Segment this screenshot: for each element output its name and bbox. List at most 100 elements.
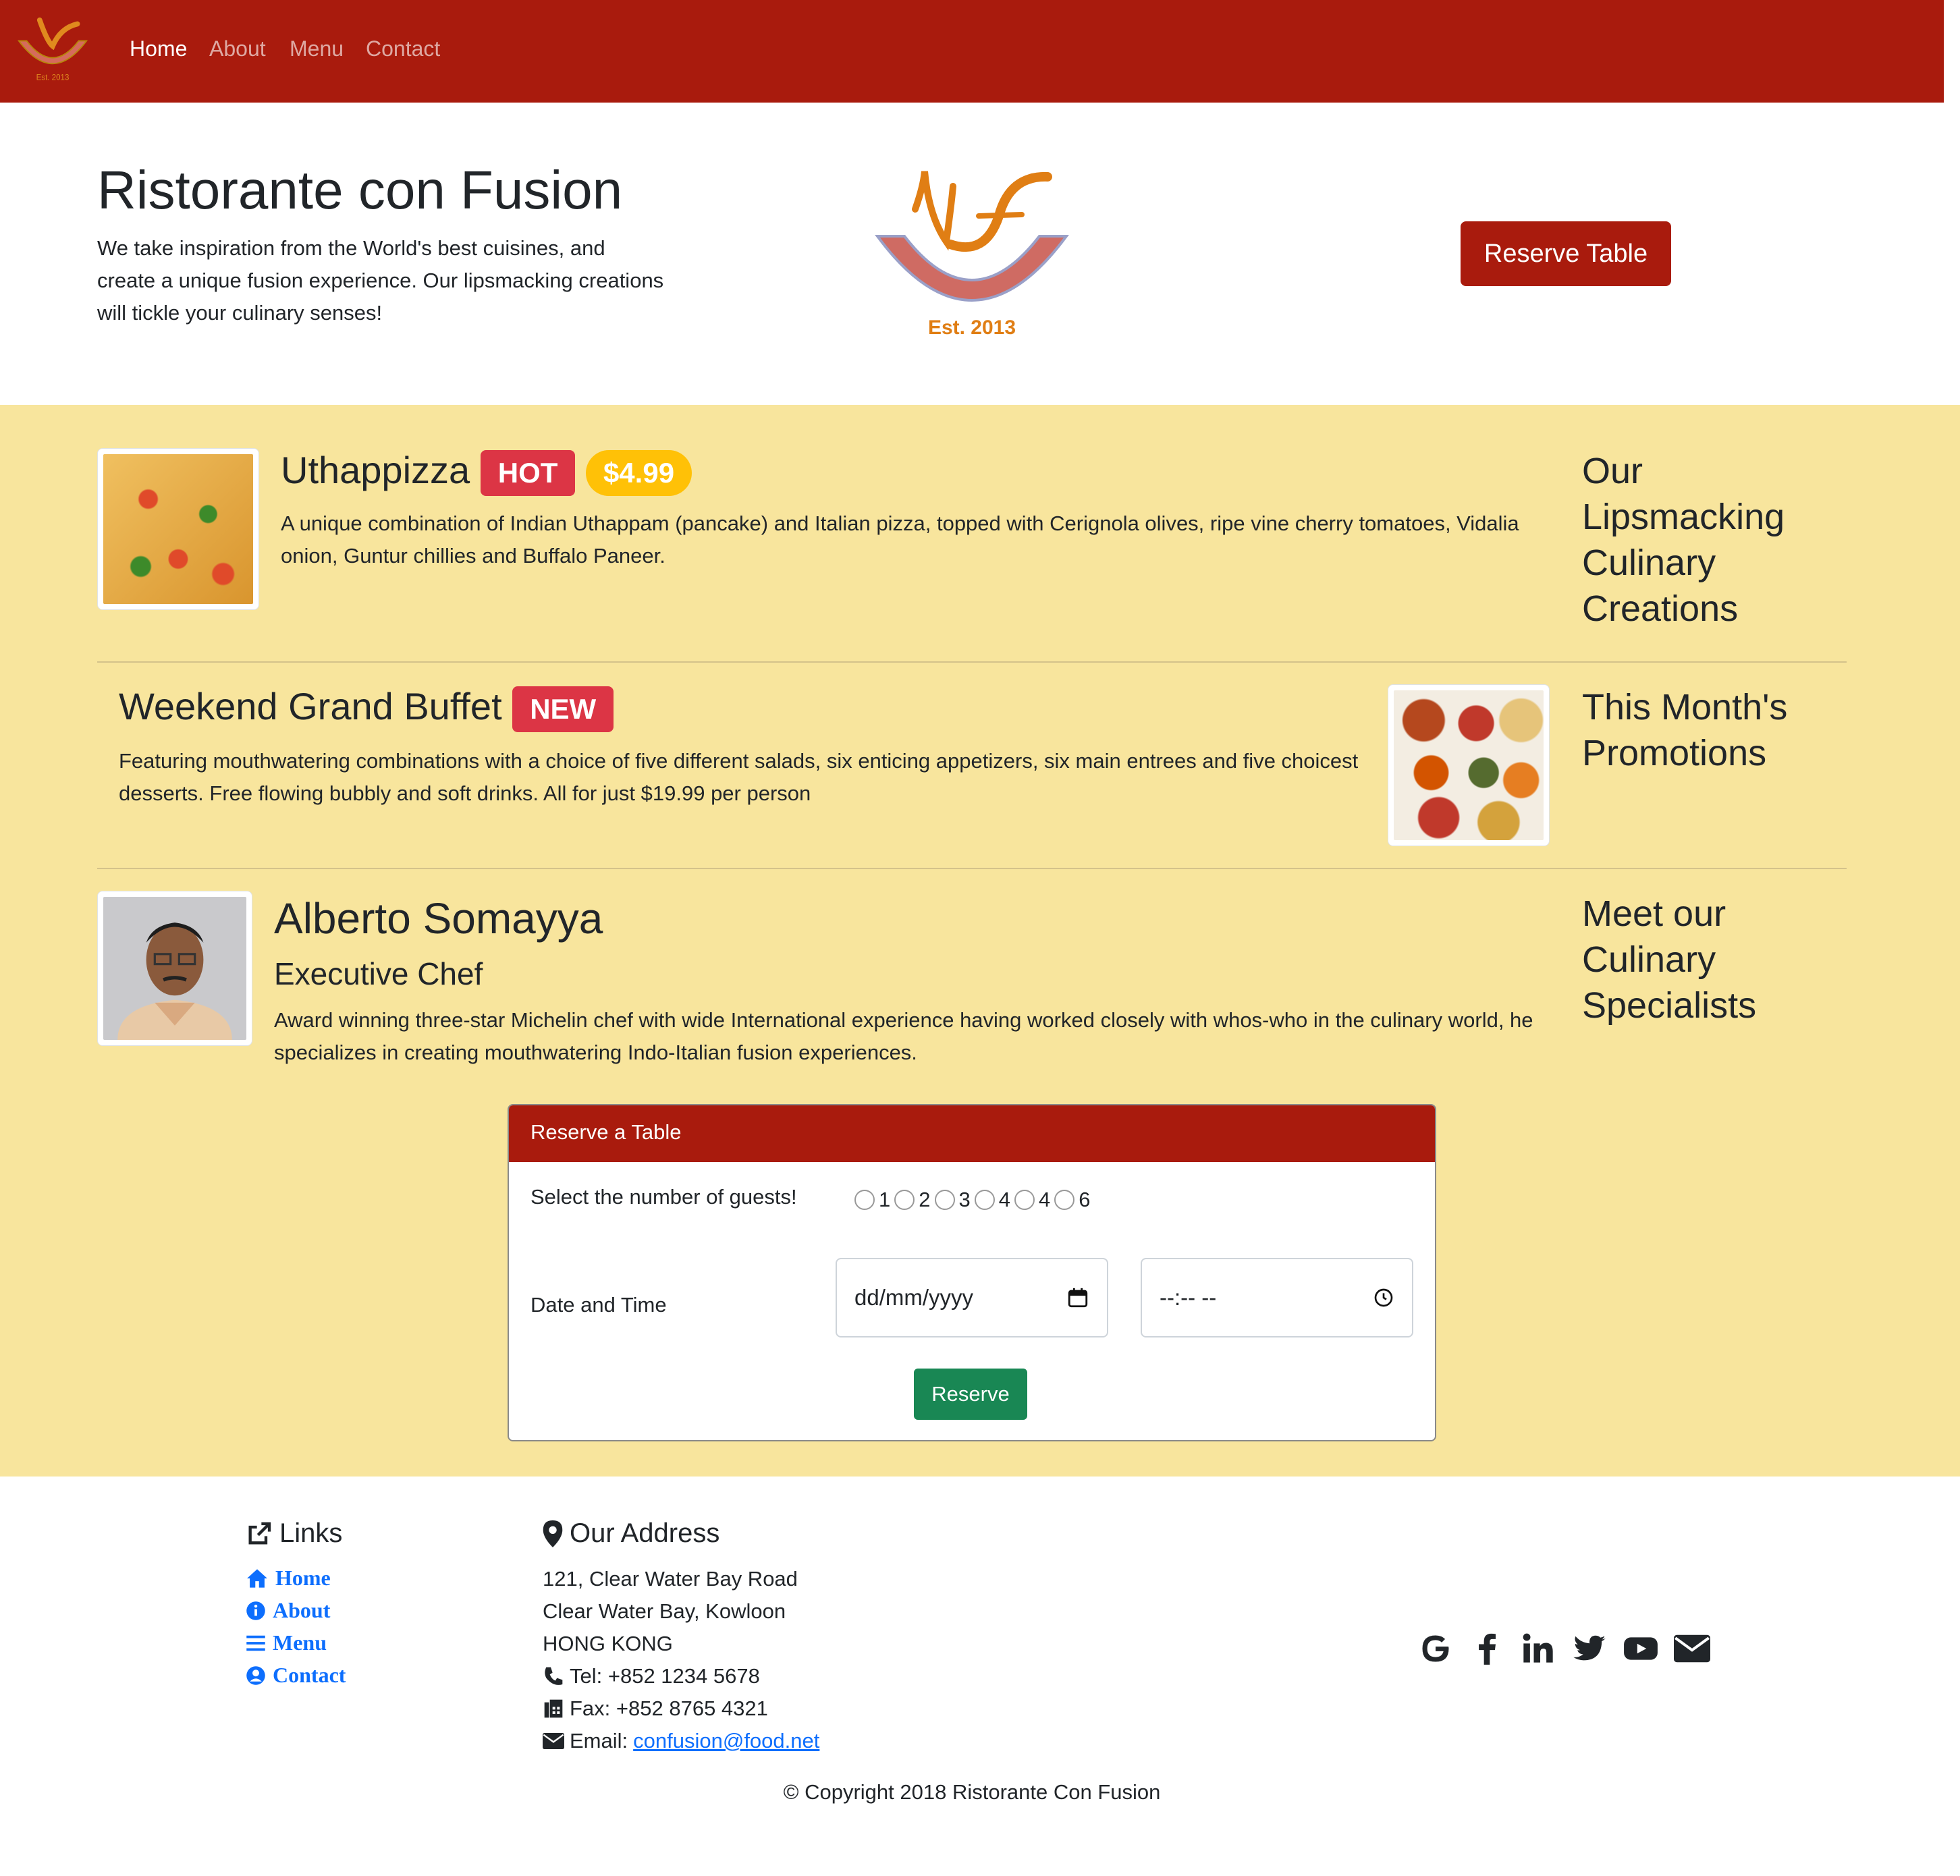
social-links xyxy=(1417,1630,1710,1667)
hot-badge: HOT xyxy=(480,450,576,497)
chef-portrait xyxy=(103,897,246,1040)
guest-radio-4[interactable] xyxy=(974,1190,995,1210)
clock-icon[interactable] xyxy=(1373,1287,1394,1308)
date-placeholder: dd/mm/yyyy xyxy=(854,1285,974,1310)
email-link[interactable]: confusion@food.net xyxy=(633,1725,819,1757)
footer: Links Home About Menu Contact Our Addres… xyxy=(0,1477,1944,1876)
info-circle-icon xyxy=(246,1601,265,1620)
phone-line: Tel: +852 1234 5678 xyxy=(543,1660,760,1692)
dish-image xyxy=(97,448,259,610)
map-marker-icon xyxy=(543,1520,563,1547)
phone-icon xyxy=(545,1667,563,1685)
jumbotron: Ristorante con Fusion We take inspiratio… xyxy=(0,103,1944,405)
calendar-icon[interactable] xyxy=(1066,1286,1089,1309)
envelope-icon[interactable] xyxy=(1674,1630,1710,1667)
price-badge: $4.99 xyxy=(585,450,692,497)
promotion-name: Weekend Grand Buffet xyxy=(119,685,502,727)
guest-option-label: 2 xyxy=(919,1188,931,1211)
footer-link-label: Menu xyxy=(273,1630,327,1655)
reserve-submit-button[interactable]: Reserve xyxy=(914,1369,1027,1420)
email-line: Email: confusion@food.net xyxy=(543,1725,819,1757)
footer-link-label: Home xyxy=(275,1566,331,1590)
leader-description: Award winning three-star Michelin chef w… xyxy=(274,1008,1533,1064)
new-badge: NEW xyxy=(512,686,614,733)
user-circle-icon xyxy=(246,1665,265,1685)
time-input[interactable]: --:-- -- xyxy=(1141,1258,1413,1337)
page-title: Ristorante con Fusion xyxy=(97,160,623,220)
footer-link-contact[interactable]: Contact xyxy=(246,1663,346,1688)
email-label: Email: xyxy=(570,1729,628,1753)
footer-link-label: Contact xyxy=(273,1663,346,1687)
reserve-table-button[interactable]: Reserve Table xyxy=(1461,221,1671,286)
address-title: Our Address xyxy=(570,1518,720,1548)
guest-radio-6[interactable] xyxy=(1054,1190,1075,1210)
promotion-heading: Weekend Grand Buffet NEW xyxy=(119,684,614,733)
envelope-icon xyxy=(543,1733,564,1749)
leader-section-title: Meet our Culinary Specialists xyxy=(1582,893,1757,1026)
fax-icon xyxy=(544,1699,563,1718)
nav-link-contact[interactable]: Contact xyxy=(366,36,440,61)
nav-link-home[interactable]: Home xyxy=(130,36,187,61)
guest-radio-3[interactable] xyxy=(934,1190,955,1210)
divider xyxy=(97,661,1847,663)
intro-text: We take inspiration from the World's bes… xyxy=(97,236,664,325)
leader-name: Alberto Somayya xyxy=(274,894,603,943)
copyright-text: © Copyright 2018 Ristorante Con Fusion xyxy=(783,1780,1161,1804)
date-input[interactable]: dd/mm/yyyy xyxy=(836,1258,1108,1337)
links-heading: Links xyxy=(246,1518,342,1549)
guest-option-label: 4 xyxy=(1039,1188,1051,1211)
promotion-image xyxy=(1388,684,1550,846)
address-line: 121, Clear Water Bay Road xyxy=(543,1567,798,1591)
nav-link-about[interactable]: About xyxy=(209,36,266,61)
address-line: HONG KONG xyxy=(543,1632,673,1655)
list-icon xyxy=(246,1635,265,1651)
logo-est-text: Est. 2013 xyxy=(928,316,1016,339)
svg-text:Est. 2013: Est. 2013 xyxy=(36,74,70,82)
guests-label: Select the number of guests! xyxy=(530,1185,797,1209)
datetime-label: Date and Time xyxy=(530,1293,667,1317)
footer-link-home[interactable]: Home xyxy=(246,1566,331,1591)
guest-option-label: 6 xyxy=(1079,1188,1091,1211)
leader-role: Executive Chef xyxy=(274,956,483,991)
fax-text: Fax: +852 8765 4321 xyxy=(570,1696,768,1720)
promotion-description: Featuring mouthwatering combinations wit… xyxy=(119,749,1359,805)
home-icon xyxy=(247,1568,267,1588)
reservation-card: Reserve a Table Select the number of gue… xyxy=(508,1104,1436,1441)
address-line: Clear Water Bay, Kowloon xyxy=(543,1599,786,1623)
promotion-section-title: This Month's Promotions xyxy=(1582,687,1788,773)
dish-heading: Uthappizza HOT $4.99 xyxy=(281,448,692,497)
dish-section-title: Our Lipsmacking Culinary Creations xyxy=(1582,451,1785,629)
restaurant-logo-icon[interactable]: Est. 2013 xyxy=(13,15,92,86)
dish-name: Uthappizza xyxy=(281,449,470,491)
guest-radio-2[interactable] xyxy=(894,1190,915,1210)
facebook-icon[interactable] xyxy=(1469,1630,1505,1667)
guests-radio-group: 1 2 3 4 4 6 xyxy=(850,1186,1091,1213)
guest-radio-5[interactable] xyxy=(1014,1190,1035,1210)
links-title: Links xyxy=(279,1518,343,1548)
linkedin-icon[interactable] xyxy=(1520,1630,1556,1667)
footer-link-menu[interactable]: Menu xyxy=(246,1630,327,1655)
guest-option-label: 4 xyxy=(998,1188,1010,1211)
fax-line: Fax: +852 8765 4321 xyxy=(543,1692,768,1725)
guest-option-label: 3 xyxy=(958,1188,971,1211)
dish-description: A unique combination of Indian Uthappam … xyxy=(281,512,1519,568)
divider xyxy=(97,868,1847,869)
footer-link-about[interactable]: About xyxy=(246,1598,330,1623)
phone-text: Tel: +852 1234 5678 xyxy=(570,1664,760,1688)
google-icon[interactable] xyxy=(1417,1630,1454,1667)
pizza-image xyxy=(103,454,253,604)
reservation-card-header: Reserve a Table xyxy=(509,1105,1435,1162)
youtube-icon[interactable] xyxy=(1623,1630,1659,1667)
footer-link-label: About xyxy=(273,1598,331,1622)
address-heading: Our Address xyxy=(543,1518,719,1549)
time-placeholder: --:-- -- xyxy=(1160,1285,1217,1310)
guest-radio-1[interactable] xyxy=(854,1190,875,1210)
restaurant-logo-large: Est. 2013 xyxy=(875,171,1069,339)
leader-image xyxy=(97,891,252,1046)
navbar: Est. 2013 Home About Menu Contact xyxy=(0,0,1944,103)
buffet-image xyxy=(1394,690,1544,840)
guest-option-label: 1 xyxy=(879,1188,891,1211)
nav-link-menu[interactable]: Menu xyxy=(290,36,344,61)
twitter-icon[interactable] xyxy=(1571,1630,1608,1667)
external-link-icon xyxy=(248,1522,271,1544)
